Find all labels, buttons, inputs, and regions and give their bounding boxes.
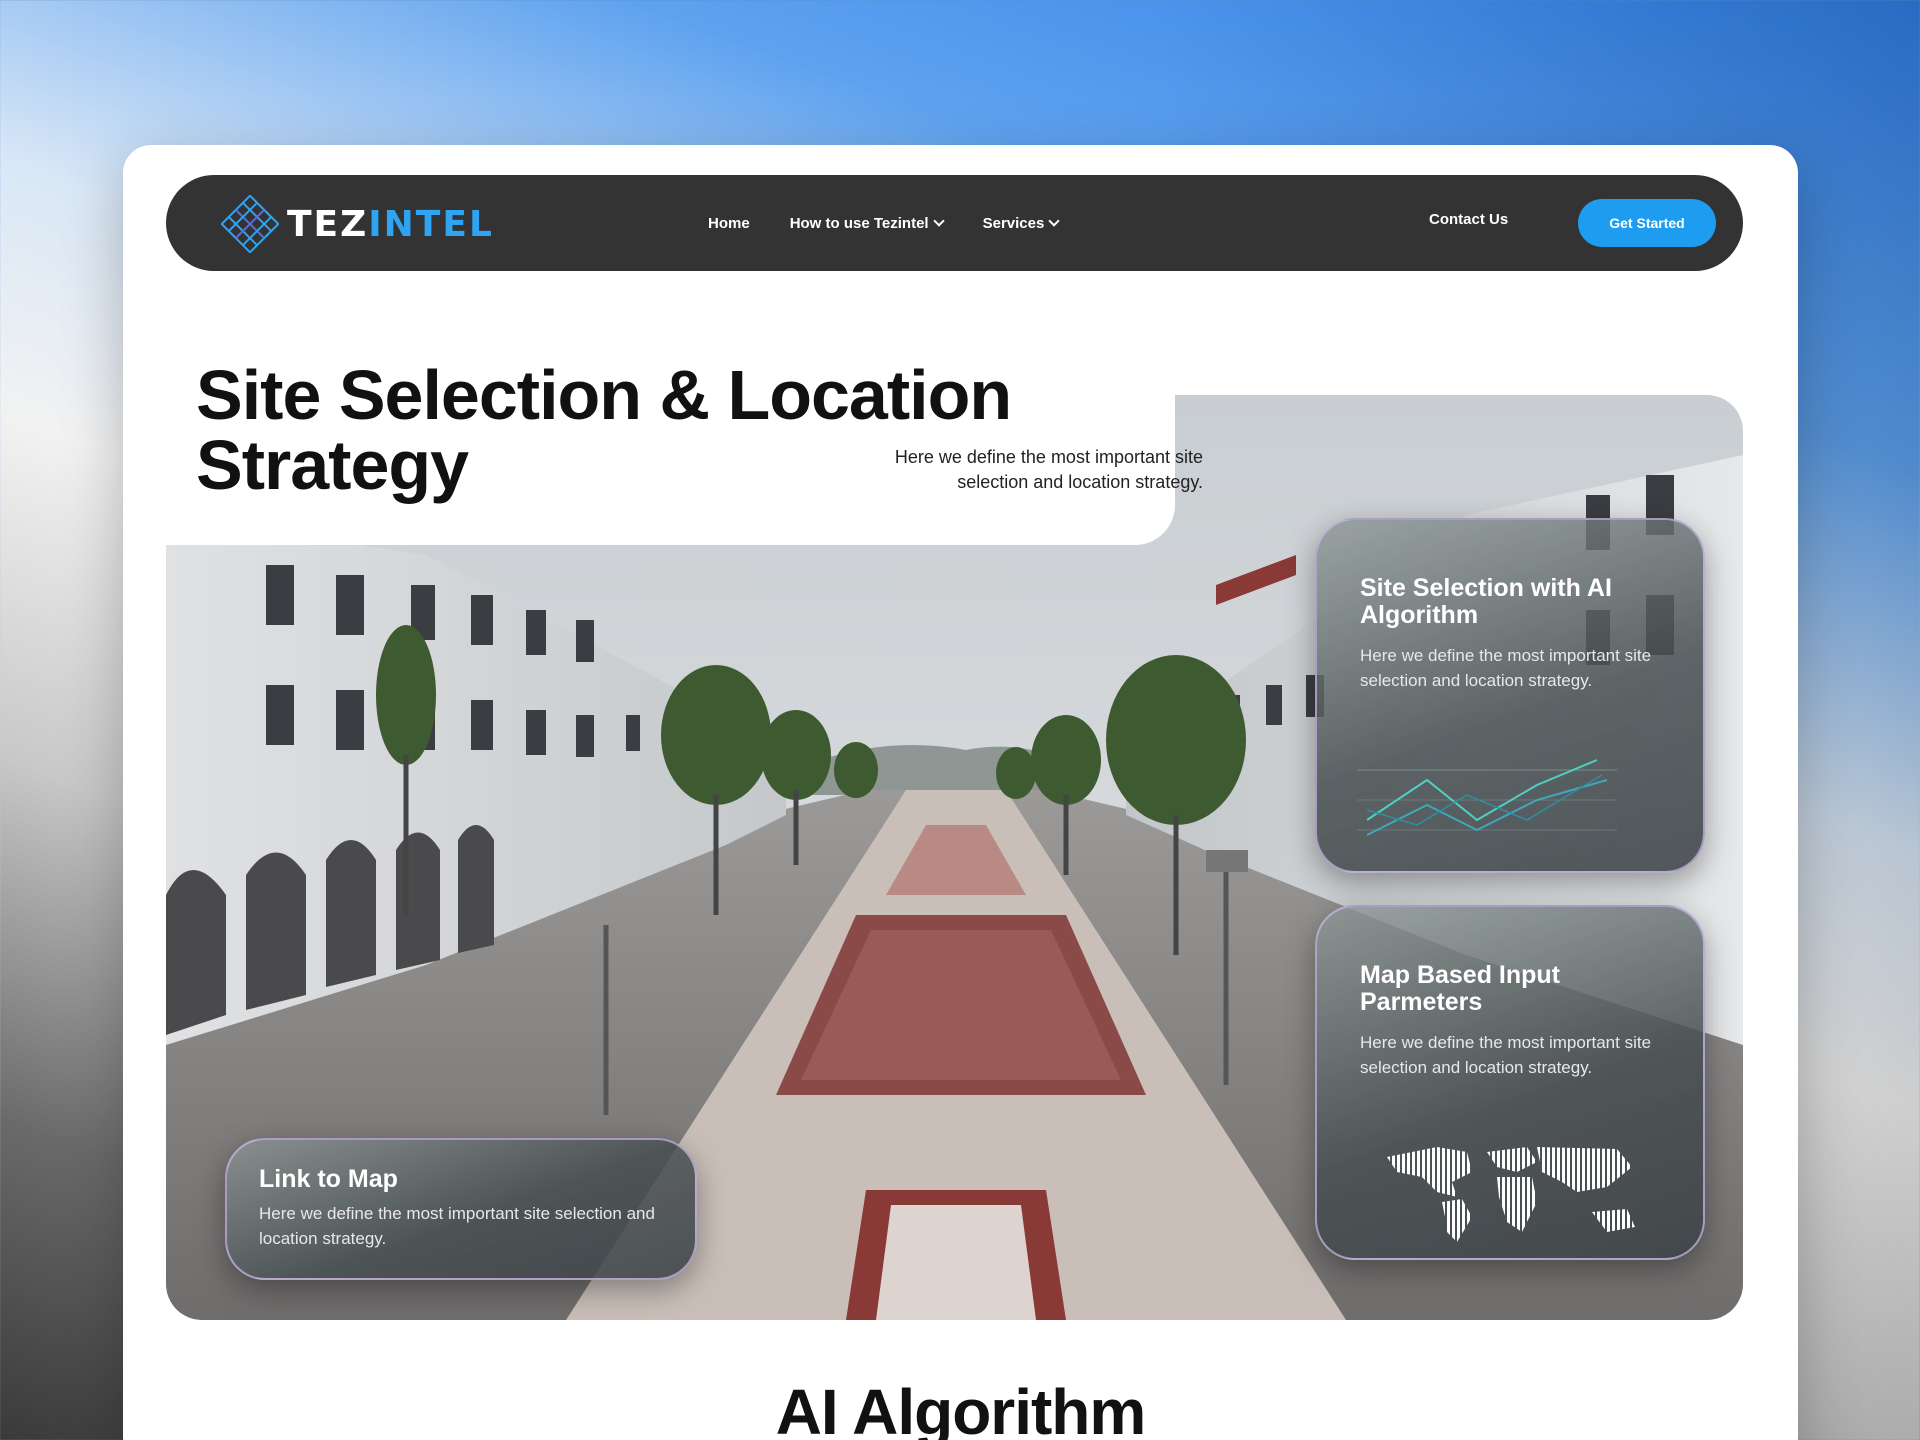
nav-how-to-use[interactable]: How to use Tezintel — [789, 214, 945, 232]
card-ai-title-line2: Algorithm — [1360, 601, 1479, 629]
card-link-to-map[interactable]: Link to Map Here we define the most impo… — [225, 1138, 697, 1280]
nav-links: Home How to use Tezintel Services — [708, 175, 1060, 271]
chevron-down-icon — [1048, 214, 1060, 227]
nav-how-to-use-label: How to use Tezintel — [789, 214, 929, 232]
get-started-button[interactable]: Get Started — [1578, 199, 1716, 247]
nav-home[interactable]: Home — [708, 215, 750, 232]
logo-text-accent: INTEL — [368, 203, 494, 245]
card-ai-site-selection[interactable]: Site Selection with AI Algorithm Here we… — [1315, 518, 1705, 873]
card-map-input-title-line1: Map Based Input — [1360, 961, 1561, 989]
browser-card: TEZINTEL Home How to use Tezintel Servic… — [123, 145, 1798, 1440]
card-link-map-body: Here we define the most important site s… — [259, 1204, 655, 1248]
chevron-down-icon — [932, 214, 945, 227]
hero-title-line2: Strategy — [196, 426, 469, 504]
logo-text: TEZINTEL — [287, 204, 494, 245]
hero-title-line1: Site Selection & Location — [196, 356, 1012, 434]
hero-subtitle-line1: Here we define the most important site — [894, 447, 1203, 467]
world-map-icon — [1377, 1137, 1647, 1252]
card-link-map-title: Link to Map — [259, 1165, 398, 1193]
logo-text-primary: TEZ — [287, 203, 369, 245]
logo[interactable]: TEZINTEL — [220, 194, 494, 254]
section-title-ai-algorithm: AI Algorithm — [775, 1376, 1147, 1440]
top-navbar: TEZINTEL Home How to use Tezintel Servic… — [166, 175, 1743, 271]
logo-diamond-icon — [220, 194, 280, 254]
line-chart-icon — [1357, 750, 1657, 855]
nav-services[interactable]: Services — [982, 214, 1060, 232]
card-map-input-body: Here we define the most important site s… — [1360, 1033, 1652, 1077]
hero-subtitle: Here we define the most important site s… — [763, 445, 1203, 495]
card-map-input-title: Map Based Input Parmeters — [1360, 962, 1663, 1016]
nav-home-label: Home — [708, 214, 750, 232]
nav-services-label: Services — [982, 214, 1045, 232]
hero-subtitle-line2: selection and location strategy. — [957, 472, 1203, 492]
card-map-input-title-line2: Parmeters — [1360, 988, 1483, 1016]
card-ai-title-line1: Site Selection with AI — [1360, 574, 1612, 602]
card-ai-title: Site Selection with AI Algorithm — [1360, 575, 1663, 629]
card-map-based-input[interactable]: Map Based Input Parmeters Here we define… — [1315, 905, 1705, 1260]
contact-us-link[interactable]: Contact Us — [1429, 211, 1508, 228]
card-ai-body: Here we define the most important site s… — [1360, 646, 1652, 690]
